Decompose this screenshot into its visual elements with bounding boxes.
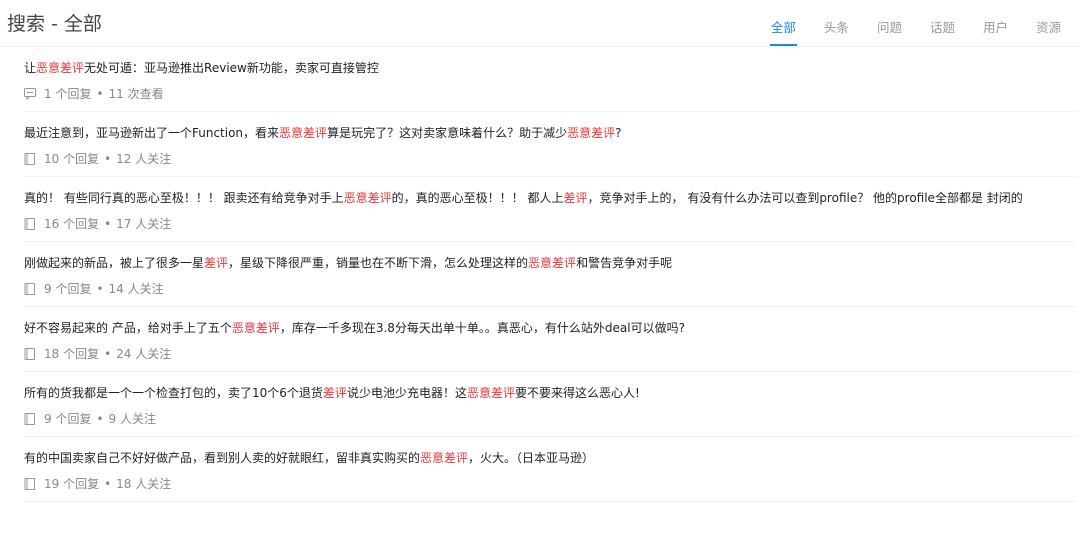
- title-text: 好不容易起来的 产品，给对手上了五个: [24, 321, 232, 335]
- title-text: ，星级下降很严重，销量也在不断下滑，怎么处理这样的: [228, 256, 529, 270]
- list-item: 所有的货我都是一个一个检查打包的，卖了10个6个退货差评说少电池少充电器！这恶意…: [24, 372, 1076, 437]
- result-title-link[interactable]: 刚做起来的新品，被上了很多一星差评，星级下降很严重，销量也在不断下滑，怎么处理这…: [24, 242, 1080, 273]
- keyword-highlight: 恶意差评: [420, 451, 469, 465]
- tab-articles[interactable]: 头条: [823, 20, 850, 46]
- list-item: 最近注意到，亚马逊新出了一个Function，看来恶意差评算是玩完了？这对卖家意…: [24, 112, 1076, 177]
- keyword-highlight: 恶意差评: [466, 386, 515, 400]
- tab-all[interactable]: 全部: [769, 20, 797, 46]
- result-meta: 10 个回复 • 12 人关注: [24, 143, 1076, 176]
- question-icon: [24, 283, 36, 295]
- comment-icon: [24, 88, 36, 100]
- list-item: 真的！ 有些同行真的恶心至极！！！ 跟卖还有给竞争对手上恶意差评的，真的恶心至极…: [24, 177, 1076, 242]
- stat-count: 12 人关注: [116, 152, 172, 166]
- result-title-link[interactable]: 最近注意到，亚马逊新出了一个Function，看来恶意差评算是玩完了？这对卖家意…: [24, 112, 1080, 143]
- separator-dot: •: [104, 347, 112, 361]
- question-icon: [24, 153, 36, 165]
- separator-dot: •: [104, 477, 112, 491]
- separator-dot: •: [96, 412, 104, 426]
- result-title-link[interactable]: 有的中国卖家自己不好好做产品，看到别人卖的好就眼红，留非真实购买的恶意差评，火大…: [24, 437, 1080, 468]
- title-text: 无处可遁：亚马逊推出Review新功能，卖家可直接管控: [84, 61, 379, 75]
- list-item: 刚做起来的新品，被上了很多一星差评，星级下降很严重，销量也在不断下滑，怎么处理这…: [24, 242, 1076, 307]
- title-text: 刚做起来的新品，被上了很多一星: [24, 256, 205, 270]
- keyword-highlight: 恶意差评: [279, 126, 328, 140]
- reply-count: 10 个回复: [44, 152, 100, 166]
- title-text: ，竞争对手上的， 有没有什么办法可以查到profile？ 他的profile全部…: [587, 191, 1023, 205]
- keyword-highlight: 差评: [563, 191, 588, 205]
- tab-questions[interactable]: 问题: [876, 20, 903, 46]
- question-icon: [24, 348, 36, 360]
- question-icon: [24, 413, 36, 425]
- result-meta: 16 个回复 • 17 人关注: [24, 208, 1076, 241]
- title-text: 有的中国卖家自己不好好做产品，看到别人卖的好就眼红，留非真实购买的: [24, 451, 421, 465]
- tab-resources[interactable]: 资源: [1035, 20, 1062, 46]
- title-text: 所有的货我都是一个一个检查打包的，卖了10个6个退货: [24, 386, 323, 400]
- reply-count: 16 个回复: [44, 217, 100, 231]
- keyword-highlight: 恶意差评: [36, 61, 85, 75]
- reply-count: 9 个回复: [44, 282, 92, 296]
- title-text: 算是玩完了？这对卖家意味着什么？助于减少: [327, 126, 568, 140]
- question-icon: [24, 478, 36, 490]
- title-text: ，火大。（日本亚马逊）: [468, 451, 595, 465]
- header: 搜索 - 全部 全部 头条 问题 话题 用户 资源: [0, 0, 1080, 47]
- tab-topics[interactable]: 话题: [929, 20, 956, 46]
- title-text: 最近注意到，亚马逊新出了一个Function，看来: [24, 126, 280, 140]
- search-results-list: 让恶意差评无处可遁：亚马逊推出Review新功能，卖家可直接管控 1 个回复 • 11…: [24, 47, 1076, 502]
- title-text: 让: [24, 61, 37, 75]
- stat-count: 24 人关注: [116, 347, 172, 361]
- list-item: 好不容易起来的 产品，给对手上了五个恶意差评，库存一千多现在3.8分每天出单十单…: [24, 307, 1076, 372]
- title-text: 和警告竞争对手呢: [576, 256, 673, 270]
- result-title-link[interactable]: 真的！ 有些同行真的恶心至极！！！ 跟卖还有给竞争对手上恶意差评的，真的恶心至极…: [24, 177, 1080, 208]
- keyword-highlight: 恶意差评: [343, 191, 392, 205]
- reply-count: 9 个回复: [44, 412, 92, 426]
- stat-count: 14 人关注: [108, 282, 164, 296]
- reply-count: 18 个回复: [44, 347, 100, 361]
- stat-count: 18 人关注: [116, 477, 172, 491]
- title-text: 要不要来得这么恶心人!: [514, 386, 640, 400]
- result-meta: 19 个回复 • 18 人关注: [24, 468, 1076, 501]
- list-item: 让恶意差评无处可遁：亚马逊推出Review新功能，卖家可直接管控 1 个回复 • 11…: [24, 47, 1076, 112]
- title-text: ?: [615, 126, 622, 140]
- title-text: ，库存一千多现在3.8分每天出单十单。。真恶心，有什么站外deal可以做吗?: [279, 321, 685, 335]
- reply-count: 1 个回复: [44, 87, 92, 101]
- separator-dot: •: [96, 87, 104, 101]
- result-meta: 1 个回复 • 11 次查看: [24, 78, 1076, 111]
- stat-count: 11 次查看: [108, 87, 164, 101]
- title-text: 的，真的恶心至极！！！ 都人上: [391, 191, 564, 205]
- page-title: 搜索 - 全部: [7, 13, 102, 35]
- reply-count: 19 个回复: [44, 477, 100, 491]
- result-meta: 18 个回复 • 24 人关注: [24, 338, 1076, 371]
- keyword-highlight: 差评: [204, 256, 229, 270]
- result-title-link[interactable]: 让恶意差评无处可遁：亚马逊推出Review新功能，卖家可直接管控: [24, 47, 1080, 78]
- keyword-highlight: 差评: [322, 386, 347, 400]
- list-item: 有的中国卖家自己不好好做产品，看到别人卖的好就眼红，留非真实购买的恶意差评，火大…: [24, 437, 1076, 502]
- title-text: 说少电池少充电器！这: [346, 386, 467, 400]
- keyword-highlight: 恶意差评: [567, 126, 616, 140]
- keyword-highlight: 恶意差评: [528, 256, 577, 270]
- result-title-link[interactable]: 好不容易起来的 产品，给对手上了五个恶意差评，库存一千多现在3.8分每天出单十单…: [24, 307, 1080, 338]
- tab-users[interactable]: 用户: [982, 20, 1009, 46]
- separator-dot: •: [104, 152, 112, 166]
- title-text: 真的！ 有些同行真的恶心至极！！！ 跟卖还有给竞争对手上: [24, 191, 344, 205]
- tab-bar: 全部 头条 问题 话题 用户 资源: [744, 20, 1062, 46]
- keyword-highlight: 恶意差评: [231, 321, 280, 335]
- stat-count: 17 人关注: [116, 217, 172, 231]
- result-meta: 9 个回复 • 14 人关注: [24, 273, 1076, 306]
- question-icon: [24, 218, 36, 230]
- result-title-link[interactable]: 所有的货我都是一个一个检查打包的，卖了10个6个退货差评说少电池少充电器！这恶意…: [24, 372, 1080, 403]
- separator-dot: •: [104, 217, 112, 231]
- separator-dot: •: [96, 282, 104, 296]
- stat-count: 9 人关注: [108, 412, 156, 426]
- result-meta: 9 个回复 • 9 人关注: [24, 403, 1076, 436]
